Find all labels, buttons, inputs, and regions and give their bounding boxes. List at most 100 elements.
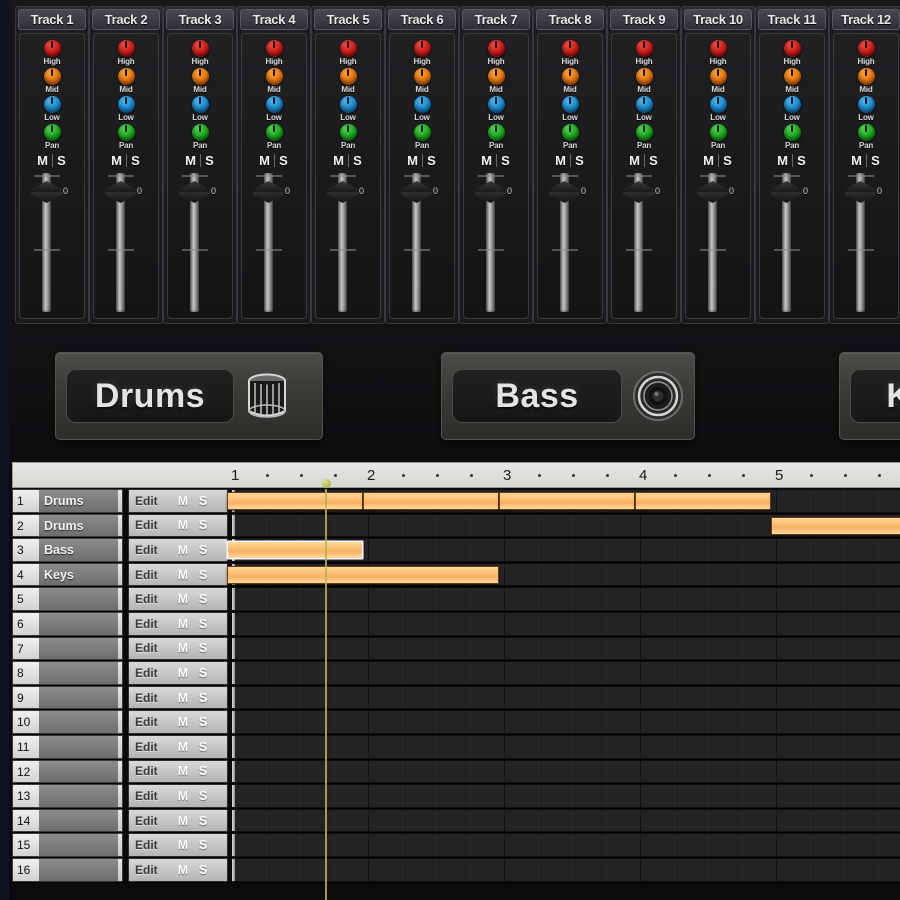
- track-lane[interactable]: [227, 562, 900, 587]
- track-solo-button[interactable]: S: [193, 617, 213, 631]
- track-lane[interactable]: [232, 808, 900, 833]
- volume-fader[interactable]: 0: [616, 171, 672, 318]
- solo-button[interactable]: S: [645, 153, 663, 168]
- mute-button[interactable]: M: [774, 153, 792, 168]
- mid-knob[interactable]: [487, 68, 505, 85]
- track-edit-button[interactable]: Edit: [129, 568, 173, 582]
- track-lane[interactable]: [232, 685, 900, 710]
- low-knob[interactable]: [43, 96, 61, 113]
- track-mute-button[interactable]: M: [173, 518, 193, 532]
- mixer-strip-label[interactable]: Track 7: [462, 9, 530, 30]
- track-mute-button[interactable]: M: [173, 666, 193, 680]
- solo-button[interactable]: S: [719, 153, 737, 168]
- track-lane[interactable]: [232, 833, 900, 857]
- fader-handle[interactable]: [771, 181, 802, 203]
- high-knob[interactable]: [487, 40, 505, 57]
- high-knob[interactable]: [635, 40, 653, 57]
- mid-knob[interactable]: [709, 68, 727, 85]
- track-row-name[interactable]: Drums: [39, 489, 118, 513]
- pan-knob[interactable]: [635, 124, 653, 141]
- mixer-strip-label[interactable]: Track 6: [388, 9, 456, 30]
- pan-knob[interactable]: [561, 124, 579, 141]
- mid-knob[interactable]: [339, 68, 357, 85]
- pan-knob[interactable]: [783, 124, 801, 141]
- instrument-button-drums[interactable]: Drums: [55, 352, 323, 440]
- mixer-strip-label[interactable]: Track 10: [684, 9, 752, 30]
- volume-fader[interactable]: 0: [246, 171, 302, 318]
- track-edit-button[interactable]: Edit: [129, 715, 173, 729]
- track-solo-button[interactable]: S: [193, 814, 213, 828]
- high-knob[interactable]: [265, 40, 283, 57]
- track-edit-button[interactable]: Edit: [129, 543, 173, 557]
- track-row-name[interactable]: Drums: [39, 513, 118, 538]
- track-lane[interactable]: [232, 513, 900, 538]
- audio-clip[interactable]: [635, 492, 771, 510]
- audio-clip[interactable]: [227, 492, 363, 510]
- track-mute-button[interactable]: M: [173, 691, 193, 705]
- mute-button[interactable]: M: [108, 153, 126, 168]
- track-row-name[interactable]: [39, 734, 118, 759]
- low-knob[interactable]: [487, 96, 505, 113]
- high-knob[interactable]: [191, 40, 209, 57]
- track-lane[interactable]: [232, 636, 900, 661]
- high-knob[interactable]: [561, 40, 579, 57]
- track-edit-button[interactable]: Edit: [129, 814, 173, 828]
- solo-button[interactable]: S: [275, 153, 293, 168]
- solo-button[interactable]: S: [201, 153, 219, 168]
- track-row-name[interactable]: [39, 808, 118, 833]
- track-solo-button[interactable]: S: [193, 543, 213, 557]
- track-solo-button[interactable]: S: [193, 715, 213, 729]
- instrument-button-bass[interactable]: Bass: [441, 352, 695, 440]
- fader-handle[interactable]: [623, 181, 654, 203]
- mute-button[interactable]: M: [848, 153, 866, 168]
- high-knob[interactable]: [709, 40, 727, 57]
- pan-knob[interactable]: [709, 124, 727, 141]
- pan-knob[interactable]: [339, 124, 357, 141]
- mixer-strip-label[interactable]: Track 11: [758, 9, 826, 30]
- low-knob[interactable]: [635, 96, 653, 113]
- track-lane[interactable]: [227, 489, 900, 513]
- track-mute-button[interactable]: M: [173, 838, 193, 852]
- low-knob[interactable]: [117, 96, 135, 113]
- timeline-ruler[interactable]: 123456: [12, 462, 900, 488]
- mixer-strip-label[interactable]: Track 3: [166, 9, 234, 30]
- low-knob[interactable]: [709, 96, 727, 113]
- track-mute-button[interactable]: M: [173, 715, 193, 729]
- track-row-name[interactable]: [39, 661, 118, 685]
- track-row-name[interactable]: Keys: [39, 562, 118, 587]
- low-knob[interactable]: [265, 96, 283, 113]
- track-solo-button[interactable]: S: [193, 863, 213, 877]
- low-knob[interactable]: [561, 96, 579, 113]
- track-mute-button[interactable]: M: [173, 494, 193, 508]
- volume-fader[interactable]: 0: [98, 171, 154, 318]
- low-knob[interactable]: [413, 96, 431, 113]
- track-mute-button[interactable]: M: [173, 764, 193, 778]
- pan-knob[interactable]: [487, 124, 505, 141]
- mixer-strip-label[interactable]: Track 5: [314, 9, 382, 30]
- mute-button[interactable]: M: [404, 153, 422, 168]
- track-mute-button[interactable]: M: [173, 543, 193, 557]
- track-solo-button[interactable]: S: [193, 789, 213, 803]
- fader-handle[interactable]: [105, 181, 136, 203]
- high-knob[interactable]: [783, 40, 801, 57]
- mute-button[interactable]: M: [626, 153, 644, 168]
- mid-knob[interactable]: [561, 68, 579, 85]
- low-knob[interactable]: [339, 96, 357, 113]
- solo-button[interactable]: S: [867, 153, 885, 168]
- fader-handle[interactable]: [253, 181, 284, 203]
- mute-button[interactable]: M: [700, 153, 718, 168]
- volume-fader[interactable]: 0: [24, 171, 80, 318]
- mute-button[interactable]: M: [182, 153, 200, 168]
- track-mute-button[interactable]: M: [173, 789, 193, 803]
- mixer-strip-label[interactable]: Track 8: [536, 9, 604, 30]
- solo-button[interactable]: S: [793, 153, 811, 168]
- mid-knob[interactable]: [635, 68, 653, 85]
- audio-clip[interactable]: [227, 541, 363, 560]
- fader-handle[interactable]: [327, 181, 358, 203]
- pan-knob[interactable]: [857, 124, 875, 141]
- low-knob[interactable]: [191, 96, 209, 113]
- mute-button[interactable]: M: [330, 153, 348, 168]
- audio-clip[interactable]: [771, 516, 900, 535]
- mid-knob[interactable]: [117, 68, 135, 85]
- volume-fader[interactable]: 0: [838, 171, 894, 318]
